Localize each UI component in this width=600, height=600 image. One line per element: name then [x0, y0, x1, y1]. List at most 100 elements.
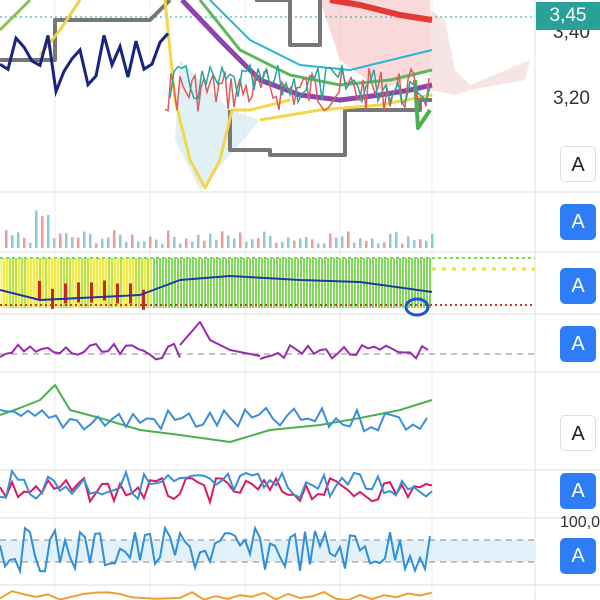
- volume-bar: [83, 231, 86, 248]
- auto-scale-button-indicator-3[interactable]: A: [560, 415, 596, 451]
- baseline-gray-step-top: [255, 0, 322, 47]
- volume-bar: [293, 240, 296, 248]
- volume-bar: [341, 236, 344, 248]
- histogram-bar: [156, 258, 158, 308]
- histogram-bar: [246, 258, 248, 308]
- volume-bar: [251, 239, 254, 248]
- auto-scale-button-indicator-1[interactable]: A: [560, 268, 596, 304]
- volume-bar: [383, 242, 386, 248]
- volume-bar: [161, 243, 164, 248]
- histogram-yellow-zone: [0, 258, 150, 308]
- volume-bar: [59, 233, 62, 248]
- volume-bar: [227, 235, 230, 248]
- histogram-bar: [162, 258, 164, 308]
- current-price-badge: 3,45: [536, 2, 600, 30]
- volume-bar: [29, 242, 32, 248]
- histogram-bar: [345, 258, 347, 308]
- histogram-bar: [204, 258, 206, 308]
- oscillator-purple-spike: [179, 321, 261, 357]
- histogram-bar: [354, 258, 356, 308]
- volume-bar: [5, 230, 8, 248]
- histogram-bar: [387, 258, 389, 308]
- histogram-bar: [336, 258, 338, 308]
- histogram-bar: [357, 258, 359, 308]
- histogram-bar: [189, 258, 191, 308]
- volume-bar: [53, 238, 56, 248]
- histogram-bar: [159, 258, 161, 308]
- histogram-bar: [258, 258, 260, 308]
- volume-bar: [113, 230, 116, 248]
- histogram-bar: [219, 258, 221, 308]
- histogram-bar: [273, 258, 275, 308]
- histogram-bar: [393, 258, 395, 308]
- volume-bar: [47, 214, 50, 248]
- volume-bar: [311, 239, 314, 248]
- histogram-bar: [180, 258, 182, 308]
- volume-bar: [413, 240, 416, 248]
- volume-bar: [11, 235, 14, 248]
- histogram-red-bar: [129, 283, 132, 304]
- histogram-bar: [222, 258, 224, 308]
- auto-scale-button-volume[interactable]: A: [560, 204, 596, 240]
- volume-bar: [125, 241, 128, 248]
- chart-area[interactable]: [0, 0, 600, 600]
- histogram-bar: [426, 258, 428, 308]
- volume-bar: [317, 243, 320, 248]
- volume-bar: [17, 232, 20, 248]
- histogram-bar: [384, 258, 386, 308]
- histogram-bar: [429, 258, 431, 308]
- volume-bar: [221, 231, 224, 248]
- histogram-red-bar: [64, 283, 67, 304]
- volume-bar: [77, 237, 80, 248]
- histogram-bar: [342, 258, 344, 308]
- bottom-line-orange: [0, 590, 433, 600]
- histogram-bar: [315, 258, 317, 308]
- lagging-line-green-left: [0, 0, 32, 32]
- volume-bar: [287, 237, 290, 248]
- histogram-bar: [237, 258, 239, 308]
- histogram-bar: [303, 258, 305, 308]
- volume-bar: [305, 236, 308, 248]
- main-line-blue: [0, 406, 428, 433]
- volume-bar: [191, 241, 194, 248]
- histogram-bar: [378, 258, 380, 308]
- ichimoku-cloud-blue: [175, 60, 260, 190]
- histogram-bar: [255, 258, 257, 308]
- histogram-bar: [264, 258, 266, 308]
- histogram-bar: [195, 258, 197, 308]
- histogram-bar: [225, 258, 227, 308]
- auto-scale-button-indicator-4[interactable]: A: [560, 473, 596, 509]
- volume-bar: [353, 242, 356, 248]
- volume-bar: [143, 241, 146, 248]
- histogram-bar: [210, 258, 212, 308]
- histogram-bar: [201, 258, 203, 308]
- auto-scale-button-indicator-5[interactable]: A: [560, 538, 596, 574]
- histogram-bar: [339, 258, 341, 308]
- price-line-navy: [0, 32, 170, 98]
- histogram-bar: [240, 258, 242, 308]
- histogram-red-bar: [77, 282, 80, 303]
- histogram-bar: [390, 258, 392, 308]
- volume-bar: [431, 233, 434, 248]
- volume-bar: [23, 237, 26, 248]
- histogram-bar: [318, 258, 320, 308]
- volume-bar: [425, 240, 428, 248]
- volume-bar: [239, 232, 242, 248]
- volume-bar: [35, 210, 38, 248]
- histogram-bar: [309, 258, 311, 308]
- histogram-bar: [312, 258, 314, 308]
- volume-bar: [365, 240, 368, 248]
- volume-bar: [65, 233, 68, 248]
- histogram-bar: [321, 258, 323, 308]
- histogram-bar: [351, 258, 353, 308]
- volume-bar: [89, 233, 92, 248]
- auto-scale-button-price[interactable]: A: [560, 146, 596, 182]
- histogram-bar: [279, 258, 281, 308]
- volume-bar: [359, 238, 362, 248]
- histogram-bar: [207, 258, 209, 308]
- auto-scale-button-indicator-2[interactable]: A: [560, 326, 596, 362]
- volume-bar: [395, 232, 398, 248]
- histogram-bar: [285, 258, 287, 308]
- histogram-bar: [405, 258, 407, 308]
- histogram-bar: [402, 258, 404, 308]
